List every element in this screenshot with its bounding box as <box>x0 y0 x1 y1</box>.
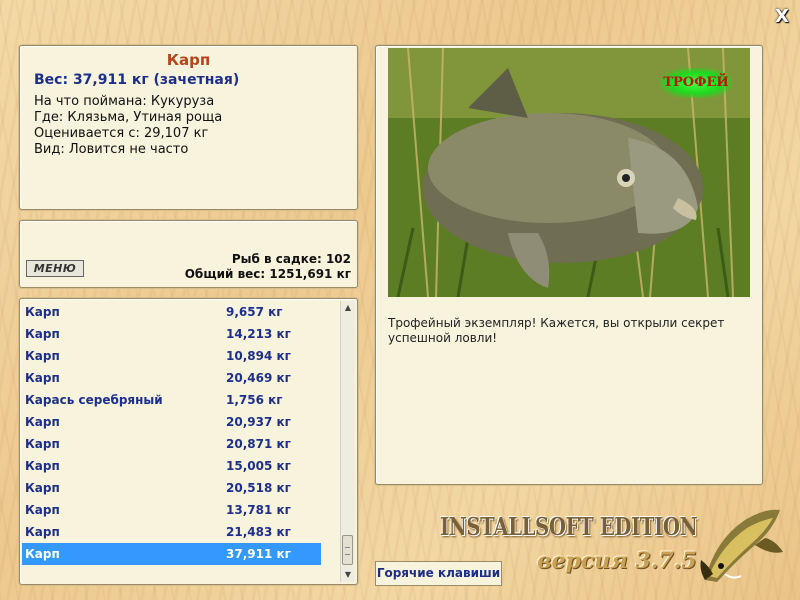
fish-place: Где: Клязьма, Утиная роща <box>34 110 223 125</box>
list-item[interactable]: Карп 21,483 кг <box>22 521 340 543</box>
fish-weight: Вес: 37,911 кг (зачетная) <box>34 72 240 88</box>
scrollbar-thumb[interactable] <box>342 535 353 565</box>
list-item-weight: 1,756 кг <box>226 393 283 407</box>
trophy-badge: ТРОФЕЙ <box>660 68 732 98</box>
list-item-weight: 14,213 кг <box>226 327 291 341</box>
list-item-name: Карп <box>25 349 60 363</box>
list-item[interactable]: Карась серебряный 1,756 кг <box>22 389 340 411</box>
pike-fish-icon <box>700 509 783 582</box>
keepnet-summary-panel: МЕНЮ Рыб в садке: 102 Общий вес: 1251,69… <box>19 220 358 288</box>
list-item[interactable]: Карп 20,871 кг <box>22 433 340 455</box>
list-item-name: Карп <box>25 371 60 385</box>
list-item-weight: 20,937 кг <box>226 415 291 429</box>
list-item-name: Карп <box>25 437 60 451</box>
fish-kind: Вид: Ловится не часто <box>34 142 189 157</box>
list-scrollbar[interactable]: ▲ ▼ <box>340 301 355 582</box>
list-item[interactable]: Карп 37,911 кг <box>22 543 321 565</box>
list-item-weight: 15,005 кг <box>226 459 291 473</box>
menu-button[interactable]: МЕНЮ <box>26 260 84 277</box>
fish-photo-panel: ТРОФЕЙ Трофейный экземпляр! Кажется, вы … <box>375 45 763 485</box>
list-item[interactable]: Карп 20,937 кг <box>22 411 340 433</box>
list-item[interactable]: Карп 14,213 кг <box>22 323 340 345</box>
fish-description: Трофейный экземпляр! Кажется, вы открыли… <box>388 316 725 345</box>
list-item-name: Карп <box>25 305 60 319</box>
fish-info-panel: Карп Вес: 37,911 кг (зачетная) На что по… <box>19 45 358 210</box>
version-label: версия 3.7.5 <box>537 548 697 574</box>
list-item-name: Карп <box>25 415 60 429</box>
list-item-name: Карась серебряный <box>25 393 163 407</box>
list-item-name: Карп <box>25 525 60 539</box>
list-item-name: Карп <box>25 481 60 495</box>
list-item-name: Карп <box>25 327 60 341</box>
chevron-up-icon[interactable]: ▲ <box>341 301 355 315</box>
list-item[interactable]: Карп 20,469 кг <box>22 367 340 389</box>
total-weight: Общий вес: 1251,691 кг <box>184 267 351 281</box>
list-item-name: Карп <box>25 503 60 517</box>
list-item-name: Карп <box>25 547 60 561</box>
list-item[interactable]: Карп 13,781 кг <box>22 499 340 521</box>
list-item[interactable]: Карп 9,657 кг <box>22 301 340 323</box>
list-item-weight: 13,781 кг <box>226 503 291 517</box>
catch-list[interactable]: Карп 9,657 кг Карп 14,213 кг Карп 10,894 кг Ка… <box>19 298 358 585</box>
list-item[interactable]: Карп 10,894 кг <box>22 345 340 367</box>
fish-title: Карп <box>166 51 211 69</box>
list-item-weight: 20,871 кг <box>226 437 291 451</box>
hotkeys-button[interactable]: Горячие клавиши <box>375 561 502 586</box>
list-item-weight: 9,657 кг <box>226 305 283 319</box>
edition-logo: INSTALLSOFT EDITION <box>440 512 698 541</box>
list-item-weight: 20,518 кг <box>226 481 291 495</box>
chevron-down-icon[interactable]: ▼ <box>341 568 355 582</box>
list-item-weight: 20,469 кг <box>226 371 291 385</box>
catch-list-rows: Карп 9,657 кг Карп 14,213 кг Карп 10,894 кг Ка… <box>22 301 340 583</box>
fish-photo: ТРОФЕЙ <box>388 48 750 297</box>
fish-count: Рыб в садке: 102 <box>231 252 351 266</box>
list-item-weight: 10,894 кг <box>226 349 291 363</box>
close-button[interactable]: X <box>773 8 791 26</box>
list-item[interactable]: Карп 20,518 кг <box>22 477 340 499</box>
list-item-weight: 37,911 кг <box>226 547 291 561</box>
fish-bait: На что поймана: Кукуруза <box>34 94 215 109</box>
list-item[interactable]: Карп 15,005 кг <box>22 455 340 477</box>
fish-rated: Оценивается с: 29,107 кг <box>34 126 209 141</box>
list-item-weight: 21,483 кг <box>226 525 291 539</box>
close-icon: X <box>775 6 789 27</box>
list-item-name: Карп <box>25 459 60 473</box>
